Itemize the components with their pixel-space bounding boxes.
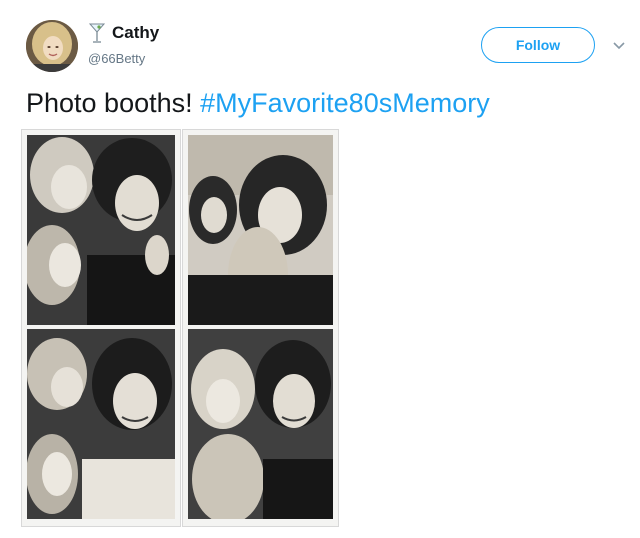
avatar[interactable] (26, 20, 78, 72)
user-handle[interactable]: @66Betty (88, 51, 145, 66)
tweet-card: Cathy @66Betty Follow Photo booths! #MyF… (0, 0, 640, 538)
tweet-body: Photo booths! (26, 88, 201, 118)
photo-booth-frame (188, 135, 333, 325)
tweet-photo[interactable] (22, 130, 338, 526)
display-name[interactable]: Cathy (112, 23, 159, 43)
cocktail-glass-icon (88, 22, 106, 44)
tweet-text: Photo booths! #MyFavorite80sMemory (26, 88, 490, 119)
photo-booth-frame (188, 329, 333, 519)
photo-booth-frame (27, 135, 175, 325)
hashtag-link[interactable]: #MyFavorite80sMemory (200, 88, 490, 118)
photo-booth-frame (27, 329, 175, 519)
follow-button[interactable]: Follow (481, 27, 595, 63)
chevron-down-icon[interactable] (612, 38, 626, 52)
photo-strip-right (183, 130, 338, 526)
photo-strip-left (22, 130, 180, 526)
name-row: Cathy (88, 22, 159, 44)
